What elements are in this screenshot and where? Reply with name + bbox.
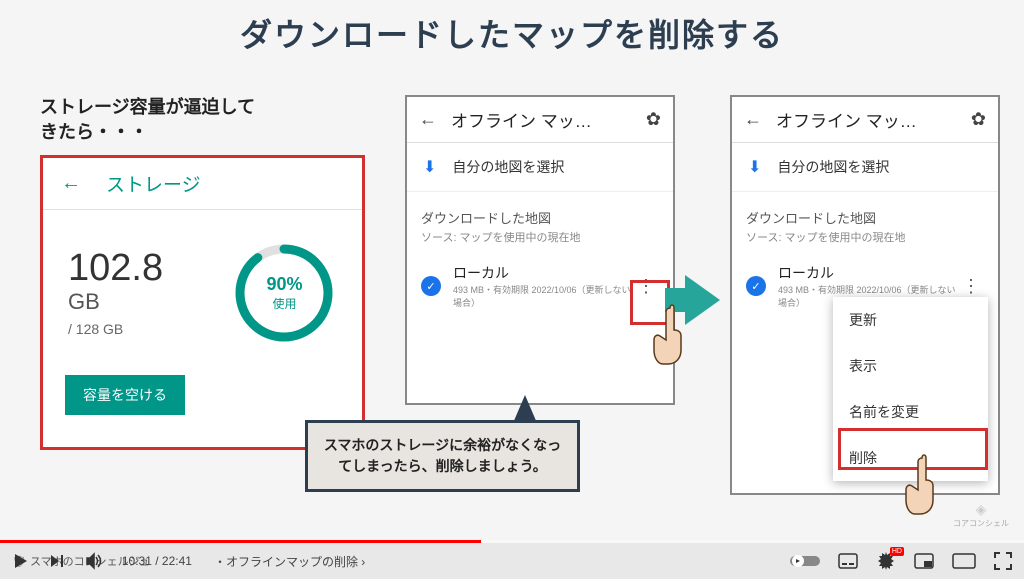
storage-total: / 128 GB	[68, 321, 232, 337]
watermark-icon: ◈	[953, 501, 1009, 518]
map-info: ローカル 493 MB・有効期限 2022/10/06（更新しない場合）	[453, 263, 633, 309]
phone-title: オフライン マッ…	[776, 107, 971, 132]
fullscreen-button[interactable]	[994, 552, 1012, 570]
select-map-text: 自分の地図を選択	[777, 157, 889, 177]
check-icon: ✓	[421, 276, 441, 296]
phone-header: ← オフライン マッ… ✿	[407, 97, 673, 143]
gear-icon[interactable]: ✿	[971, 109, 986, 130]
storage-title: ストレージ	[106, 170, 201, 197]
theater-button[interactable]	[952, 553, 976, 569]
back-arrow-icon[interactable]: ←	[61, 172, 81, 195]
map-name: ローカル	[453, 263, 633, 283]
back-arrow-icon[interactable]: ←	[419, 109, 437, 130]
slide-subtitle: ストレージ容量が逼迫して きたら・・・	[40, 95, 255, 145]
section-label: ダウンロードした地図	[407, 192, 673, 229]
controls-left: 10:31 / 22:41 ・オフラインマップの削除 ›	[10, 551, 365, 571]
gear-icon[interactable]: ✿	[646, 109, 661, 130]
storage-header: ← ストレージ	[43, 158, 362, 210]
phone-screen-1: ← オフライン マッ… ✿ ⬇ 自分の地図を選択 ダウンロードした地図 ソース:…	[405, 95, 675, 405]
current-time: 10:31	[122, 554, 152, 568]
map-meta: 493 MB・有効期限 2022/10/06（更新しない場合）	[453, 283, 633, 309]
back-arrow-icon[interactable]: ←	[744, 109, 762, 130]
section-source: ソース: マップを使用中の現在地	[407, 229, 673, 253]
select-map-text: 自分の地図を選択	[452, 157, 564, 177]
callout-box: スマホのストレージに余裕がなくなってしまったら、削除しましょう。	[305, 420, 580, 492]
autoplay-toggle[interactable]	[790, 554, 820, 568]
menu-update[interactable]: 更新	[833, 297, 988, 343]
time-display: 10:31 / 22:41	[122, 554, 192, 568]
storage-body: 102.8 GB / 128 GB 90% 使用	[43, 210, 362, 375]
slide-content: ダウンロードしたマップを削除する ストレージ容量が逼迫して きたら・・・ ← ス…	[0, 0, 1024, 579]
storage-used-unit: GB	[68, 289, 232, 315]
storage-ring: 90% 使用	[232, 240, 337, 345]
download-icon: ⬇	[748, 157, 761, 177]
select-map-row[interactable]: ⬇ 自分の地図を選択	[407, 143, 673, 192]
map-name: ローカル	[778, 263, 958, 283]
watermark-text: コアコンシェル	[953, 518, 1009, 529]
captions-button[interactable]	[838, 553, 858, 569]
check-icon: ✓	[746, 276, 766, 296]
phone-header: ← オフライン マッ… ✿	[732, 97, 998, 143]
menu-view[interactable]: 表示	[833, 343, 988, 389]
ring-label: 90% 使用	[266, 274, 302, 312]
player-controls: 🛡 スマホのコンシェルジュ 10:31 / 22:41 ・オフラインマップの削除…	[0, 543, 1024, 579]
watermark: ◈ コアコンシェル	[953, 501, 1009, 529]
storage-used-value: 102.8	[68, 249, 232, 287]
chapter-title[interactable]: ・オフラインマップの削除 ›	[214, 553, 365, 570]
section-label: ダウンロードした地図	[732, 192, 998, 229]
download-icon: ⬇	[423, 157, 436, 177]
controls-right: HD	[790, 551, 1012, 571]
next-button[interactable]	[48, 552, 66, 570]
storage-text: 102.8 GB / 128 GB	[68, 249, 232, 337]
ring-percent: 90%	[266, 274, 302, 295]
settings-button[interactable]: HD	[876, 551, 896, 571]
ring-text: 使用	[266, 295, 302, 312]
phone-title: オフライン マッ…	[451, 107, 646, 132]
section-source: ソース: マップを使用中の現在地	[732, 229, 998, 253]
free-space-button[interactable]: 容量を空ける	[65, 375, 185, 415]
hd-badge: HD	[890, 547, 904, 556]
slide-title: ダウンロードしたマップを削除する	[0, 10, 1024, 56]
storage-panel: ← ストレージ 102.8 GB / 128 GB 90% 使用 容量を空ける	[40, 155, 365, 450]
play-button[interactable]	[10, 551, 30, 571]
select-map-row[interactable]: ⬇ 自分の地図を選択	[732, 143, 998, 192]
pointing-hand-icon	[900, 450, 950, 520]
volume-button[interactable]	[84, 551, 104, 571]
total-time: 22:41	[162, 554, 192, 568]
miniplayer-button[interactable]	[914, 553, 934, 569]
pointing-hand-icon	[648, 300, 698, 370]
